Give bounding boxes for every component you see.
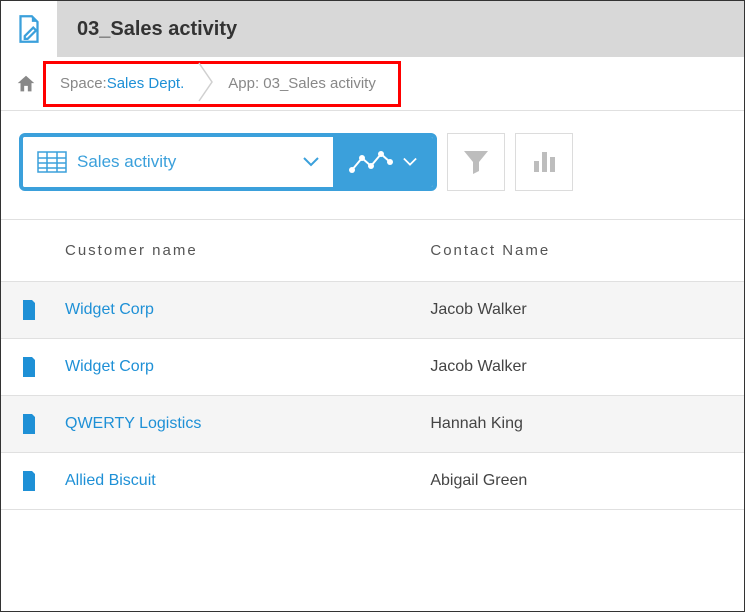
document-icon	[11, 357, 47, 377]
toolbar: Sales activity	[1, 111, 744, 220]
col-icon	[1, 220, 49, 282]
view-dropdown-label: Sales activity	[77, 152, 176, 172]
customer-link[interactable]: Widget Corp	[65, 358, 154, 375]
chevron-down-icon	[403, 157, 417, 167]
customer-link[interactable]: Widget Corp	[65, 301, 154, 318]
customer-link[interactable]: QWERTY Logistics	[65, 415, 201, 432]
bar-chart-icon	[531, 149, 557, 175]
breadcrumb-space-link[interactable]: Sales Dept.	[107, 75, 185, 92]
table-row[interactable]: QWERTY Logistics Hannah King	[1, 396, 744, 453]
breadcrumb: Space: Sales Dept. App: 03_Sales activit…	[1, 57, 744, 111]
contact-name: Abigail Green	[430, 472, 527, 489]
breadcrumb-space[interactable]: Space: Sales Dept.	[46, 64, 198, 104]
app-logo[interactable]	[1, 1, 57, 57]
document-icon	[11, 471, 47, 491]
breadcrumb-app-label: App: 03_Sales activity	[228, 75, 376, 92]
graph-view-button[interactable]	[333, 137, 433, 187]
table-row[interactable]: Widget Corp Jacob Walker	[1, 339, 744, 396]
view-dropdown[interactable]: Sales activity	[23, 137, 333, 187]
records-table: Customer name Contact Name Widget Corp Ja…	[1, 220, 744, 510]
view-selector-group: Sales activity	[19, 133, 437, 191]
customer-link[interactable]: Allied Biscuit	[65, 472, 156, 489]
col-contact[interactable]: Contact Name	[414, 220, 744, 282]
contact-name: Jacob Walker	[430, 358, 526, 375]
contact-name: Jacob Walker	[430, 301, 526, 318]
app-header: 03_Sales activity	[1, 1, 744, 57]
breadcrumb-app: App: 03_Sales activity	[214, 64, 390, 104]
table-row[interactable]: Widget Corp Jacob Walker	[1, 282, 744, 339]
chevron-down-icon	[303, 154, 319, 170]
col-customer[interactable]: Customer name	[49, 220, 414, 282]
contact-name: Hannah King	[430, 415, 523, 432]
funnel-icon	[462, 149, 490, 175]
breadcrumb-space-label: Space:	[60, 75, 107, 92]
home-icon[interactable]	[15, 73, 37, 95]
chart-button[interactable]	[515, 133, 573, 191]
table-row[interactable]: Allied Biscuit Abigail Green	[1, 453, 744, 510]
page-title: 03_Sales activity	[77, 18, 237, 41]
breadcrumb-highlight: Space: Sales Dept. App: 03_Sales activit…	[43, 61, 401, 107]
document-icon	[11, 300, 47, 320]
filter-button[interactable]	[447, 133, 505, 191]
document-icon	[11, 414, 47, 434]
line-chart-icon	[349, 148, 393, 176]
table-icon	[37, 151, 67, 173]
document-edit-icon	[12, 12, 46, 46]
chevron-right-icon	[198, 62, 214, 105]
